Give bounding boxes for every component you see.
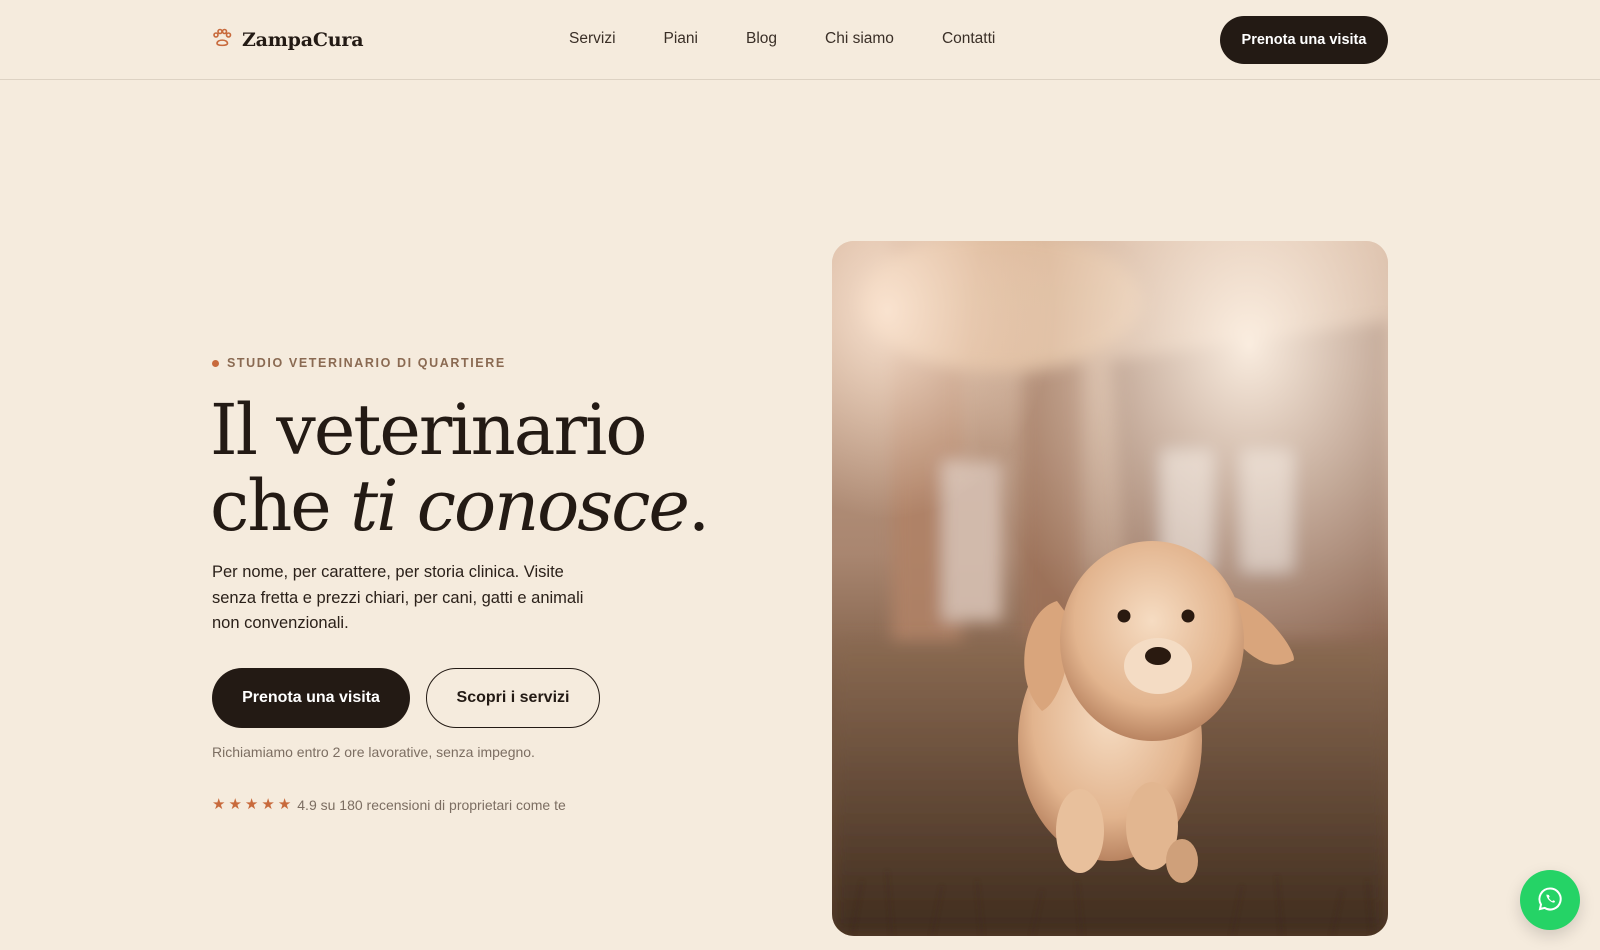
- whatsapp-chat-button[interactable]: [1520, 870, 1580, 930]
- star-icon: ★: [244, 796, 259, 813]
- star-icon: ★: [277, 796, 292, 813]
- discover-services-button[interactable]: Scopri i servizi: [426, 668, 600, 728]
- eyebrow-text: STUDIO VETERINARIO DI QUARTIERE: [227, 356, 506, 370]
- rating-summary: ★ ★ ★ ★ ★ 4.9 su 180 recensioni di propr…: [212, 797, 566, 814]
- nav-book-visit-button[interactable]: Prenota una visita: [1220, 16, 1388, 64]
- brand-logo-link[interactable]: ZampaCura: [212, 26, 364, 54]
- star-icon: ★: [228, 796, 242, 813]
- nav-link-piani[interactable]: Piani: [664, 28, 698, 50]
- rating-stars: ★ ★ ★ ★ ★: [212, 797, 291, 813]
- callback-note: Richiamiamo entro 2 ore lavorative, senz…: [212, 744, 535, 760]
- rating-text: 4.9 su 180 recensioni di proprietari com…: [297, 797, 566, 813]
- top-navigation: ZampaCura Servizi Piani Blog Chi siamo C…: [0, 0, 1600, 80]
- nav-link-servizi[interactable]: Servizi: [569, 28, 616, 50]
- hero-eyebrow: STUDIO VETERINARIO DI QUARTIERE: [212, 356, 506, 370]
- hero-puppy-photo: [832, 241, 1388, 936]
- star-icon: ★: [212, 796, 226, 813]
- nav-link-blog[interactable]: Blog: [746, 28, 777, 50]
- headline-line-1: Il veterinario: [210, 389, 647, 471]
- nav-link-contatti[interactable]: Contatti: [942, 28, 995, 50]
- star-icon: ★: [261, 796, 275, 813]
- book-visit-button[interactable]: Prenota una visita: [212, 668, 410, 728]
- paw-icon: [212, 28, 232, 53]
- headline-line-2-prefix: che: [210, 465, 350, 547]
- whatsapp-icon: [1537, 886, 1563, 915]
- brand-name: ZampaCura: [242, 29, 364, 51]
- puppy-running-photo: [832, 241, 1388, 936]
- eyebrow-dot: [212, 359, 219, 367]
- hero-lead: Per nome, per carattere, per storia clin…: [212, 563, 584, 632]
- hero-headline: Il veterinario che ti conosce.: [210, 392, 770, 544]
- headline-line-2-suffix: .: [687, 465, 710, 547]
- headline-emphasis: ti conosce: [349, 465, 690, 547]
- nav-links: Servizi Piani Blog Chi siamo Contatti: [569, 28, 995, 50]
- nav-link-chi-siamo[interactable]: Chi siamo: [825, 28, 894, 50]
